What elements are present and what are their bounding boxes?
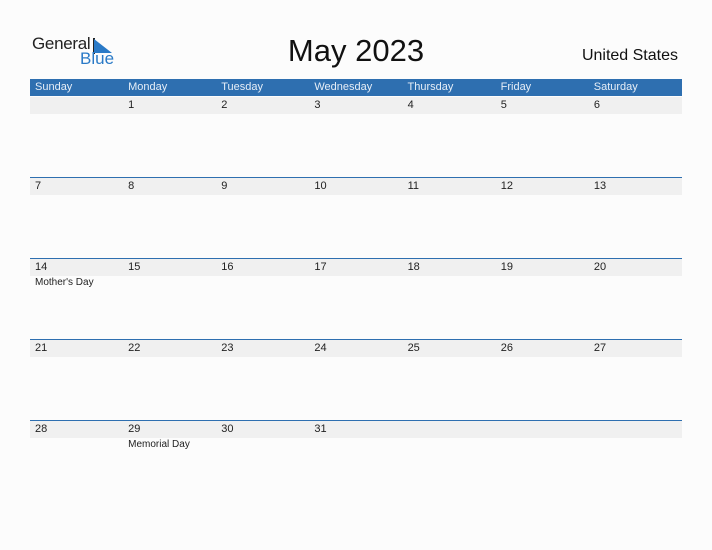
day-cell: 7: [30, 178, 123, 259]
day-cell: 30: [216, 421, 309, 502]
day-number: 24: [314, 342, 327, 354]
day-cell: 1: [123, 97, 216, 178]
day-number: 13: [593, 180, 607, 192]
day-cell: 23: [216, 340, 309, 421]
day-number: 10: [314, 180, 327, 192]
day-number: 25: [407, 342, 420, 354]
week-row: 1 2 3 4 5 6: [30, 97, 682, 178]
day-cell: 29 Memorial Day: [123, 421, 216, 502]
day-number: 29: [128, 423, 141, 435]
day-cell: 16: [216, 259, 309, 340]
weekday-header: Sunday Monday Tuesday Wednesday Thursday…: [30, 79, 682, 96]
day-cell: 15: [123, 259, 216, 340]
day-number: 6: [593, 99, 600, 111]
day-number: 11: [407, 180, 419, 192]
weekday-tuesday: Tuesday: [221, 81, 264, 93]
day-number: 31: [314, 423, 327, 435]
day-cell: 24: [309, 340, 402, 421]
day-number: 1: [128, 99, 135, 111]
day-number: 21: [35, 342, 48, 354]
day-cell: [589, 421, 682, 502]
day-number: 9: [221, 180, 228, 192]
day-number: 27: [593, 342, 607, 354]
day-number: 7: [35, 180, 42, 192]
weekday-monday: Monday: [128, 81, 168, 93]
week-row: 21 22 23 24 25 26 27: [30, 339, 682, 421]
day-cell: 17: [309, 259, 402, 340]
day-cell: 18: [403, 259, 496, 340]
day-number: 19: [500, 261, 513, 273]
day-number: 26: [500, 342, 513, 354]
weekday-friday: Friday: [500, 81, 532, 93]
day-cell: 12: [496, 178, 589, 259]
day-cell: 27: [589, 340, 682, 421]
day-cell: 22: [123, 340, 216, 421]
day-cell: 6: [589, 97, 682, 178]
day-cell: 13: [589, 178, 682, 259]
day-cell: 26: [496, 340, 589, 421]
day-cell: [496, 421, 589, 502]
day-number: 2: [221, 99, 228, 111]
day-cell: 8: [123, 178, 216, 259]
weekday-saturday: Saturday: [593, 81, 638, 93]
day-cell: 21: [30, 340, 123, 421]
day-cell: 4: [403, 97, 496, 178]
day-number: 18: [407, 261, 420, 273]
day-cell: 9: [216, 178, 309, 259]
week-row: 7 8 9 10 11 12 13: [30, 177, 682, 259]
day-cell: 31: [309, 421, 402, 502]
day-number: 28: [35, 423, 48, 435]
day-cell: 14 Mother's Day: [30, 259, 123, 340]
weekday-thursday: Thursday: [407, 81, 454, 93]
country-label: United States: [581, 47, 678, 64]
day-cell: 10: [309, 178, 402, 259]
day-number: 23: [221, 342, 234, 354]
day-cell: 25: [403, 340, 496, 421]
day-cell: 5: [496, 97, 589, 178]
day-number: 3: [314, 99, 321, 111]
day-number: 20: [593, 261, 607, 273]
holiday-label: Memorial Day: [128, 439, 190, 450]
day-cell: 20: [589, 259, 682, 340]
day-cell: 28: [30, 421, 123, 502]
week-row: 14 Mother's Day 15 16 17 18 19 20: [30, 258, 682, 340]
day-number: 4: [407, 99, 414, 111]
day-number: 22: [128, 342, 141, 354]
day-cell: [30, 97, 123, 178]
day-cell: 19: [496, 259, 589, 340]
day-number: 12: [500, 180, 513, 192]
weekday-wednesday: Wednesday: [314, 81, 373, 93]
day-number: 15: [128, 261, 141, 273]
day-cell: 11: [403, 178, 496, 259]
day-number: 8: [128, 180, 135, 192]
day-cell: 3: [309, 97, 402, 178]
holiday-label: Mother's Day: [35, 277, 94, 288]
day-number: 30: [221, 423, 234, 435]
day-number: 16: [221, 261, 234, 273]
week-row: 28 29 Memorial Day 30 31: [30, 420, 682, 502]
weekday-sunday: Sunday: [35, 81, 73, 93]
day-cell: 2: [216, 97, 309, 178]
day-number: 5: [500, 99, 507, 111]
day-cell: [403, 421, 496, 502]
day-number: 14: [35, 261, 48, 273]
day-number: 17: [314, 261, 327, 273]
